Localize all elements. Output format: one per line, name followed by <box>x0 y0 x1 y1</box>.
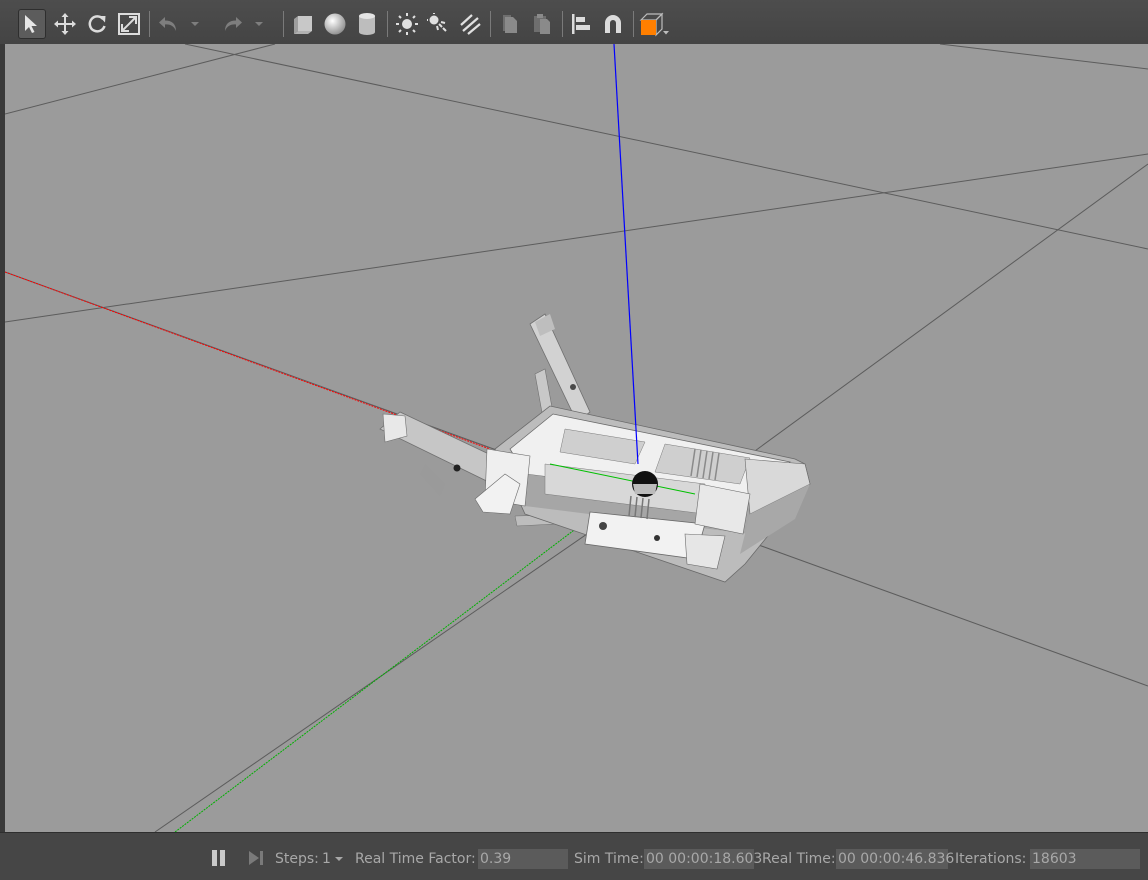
view-angle-button[interactable] <box>638 9 672 39</box>
point-light-icon <box>396 13 418 35</box>
y-axis-line <box>174 483 636 832</box>
robot-model <box>379 313 811 583</box>
iterations-value: 18603 <box>1030 849 1140 869</box>
pause-icon <box>212 850 225 866</box>
toolbar-separator <box>562 11 563 37</box>
redo-dropdown-button[interactable] <box>250 9 268 39</box>
step-forward-icon <box>249 851 263 865</box>
toolbar-separator <box>149 11 150 37</box>
redo-icon <box>225 17 242 31</box>
real-time-factor-label: Real Time Factor: <box>355 851 476 867</box>
simulation-status-bar: Steps: 1 Real Time Factor: 0.39 Sim Time… <box>0 832 1148 880</box>
sphere-shape-button[interactable] <box>321 9 349 39</box>
spot-light-icon <box>427 13 447 32</box>
rotate-mode-icon <box>88 15 106 33</box>
spot-light-button[interactable] <box>424 9 452 39</box>
scale-mode-icon <box>118 13 140 35</box>
scene-render <box>5 44 1148 832</box>
directional-light-button[interactable] <box>456 9 484 39</box>
z-axis-line <box>613 44 639 465</box>
toolbar-separator <box>633 11 634 37</box>
point-light-button[interactable] <box>393 9 421 39</box>
snap-button[interactable] <box>599 9 627 39</box>
sphere-shape-icon <box>324 13 346 35</box>
undo-icon <box>159 17 176 31</box>
toolbar-separator <box>490 11 491 37</box>
translate-mode-button[interactable] <box>51 9 79 39</box>
steps-label: Steps: <box>275 851 319 867</box>
cylinder-shape-button[interactable] <box>353 9 381 39</box>
copy-icon <box>503 15 517 33</box>
redo-dropdown-icon <box>255 22 263 26</box>
real-time-value: 00 00:00:46.836 <box>836 849 955 869</box>
scene-viewport[interactable] <box>5 44 1148 832</box>
toolbar-separator <box>387 11 388 37</box>
view-angle-accent <box>641 20 656 35</box>
toolbar-separator <box>283 11 284 37</box>
sim-time-value: 00 00:00:18.603 <box>644 849 763 869</box>
snap-icon <box>605 15 621 33</box>
pause-button[interactable] <box>208 847 230 869</box>
align-icon <box>572 14 590 34</box>
paste-icon <box>534 14 550 34</box>
steps-value: 1 <box>322 851 331 867</box>
redo-button[interactable] <box>218 9 246 39</box>
rotate-mode-button[interactable] <box>83 9 111 39</box>
box-shape-icon <box>294 16 312 34</box>
translate-mode-icon <box>54 13 76 35</box>
step-button[interactable] <box>244 847 266 869</box>
steps-selector[interactable]: 1 <box>322 849 344 869</box>
real-time-factor-value: 0.39 <box>478 849 568 869</box>
main-toolbar <box>0 0 1148 45</box>
select-mode-icon <box>25 15 37 33</box>
directional-light-icon <box>460 14 481 35</box>
paste-button[interactable] <box>528 9 556 39</box>
chevron-down-icon <box>334 857 343 861</box>
align-button[interactable] <box>567 9 595 39</box>
view-angle-icon <box>639 12 669 37</box>
real-time-label: Real Time: <box>762 851 836 867</box>
select-mode-button[interactable] <box>18 9 46 39</box>
undo-dropdown-button[interactable] <box>186 9 204 39</box>
box-shape-button[interactable] <box>289 9 317 39</box>
cylinder-shape-icon <box>359 13 375 35</box>
scale-mode-button[interactable] <box>115 9 143 39</box>
sim-time-label: Sim Time: <box>574 851 644 867</box>
undo-button[interactable] <box>155 9 183 39</box>
iterations-label: Iterations: <box>955 851 1027 867</box>
copy-button[interactable] <box>496 9 524 39</box>
undo-dropdown-icon <box>191 22 199 26</box>
